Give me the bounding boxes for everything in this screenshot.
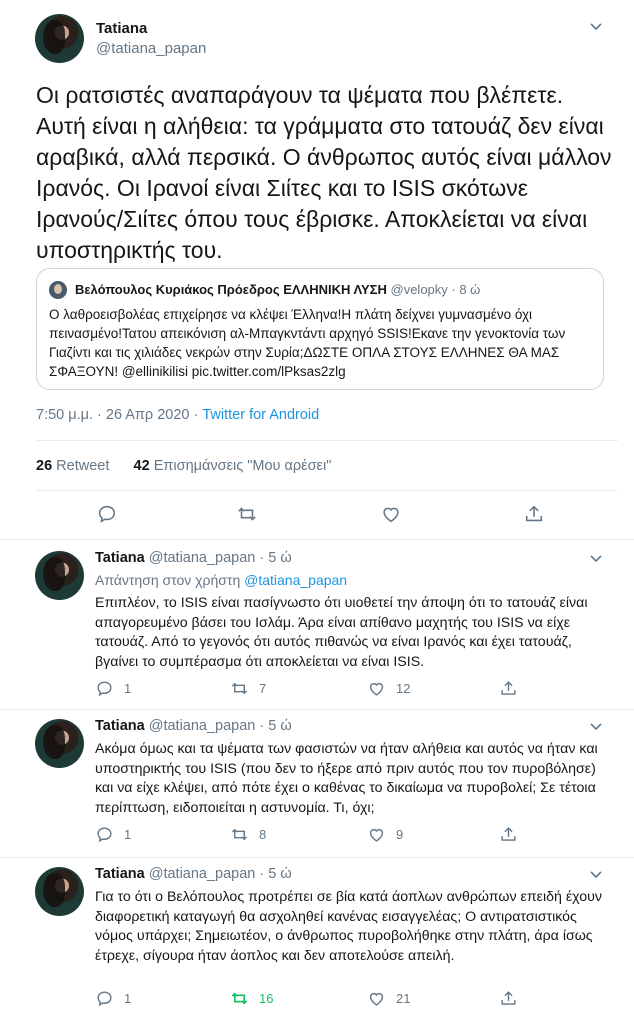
avatar[interactable] — [35, 551, 84, 600]
chevron-down-icon[interactable] — [588, 718, 604, 734]
retweet-label: Retweet — [56, 458, 110, 474]
reply-count: 1 — [124, 991, 132, 1006]
reply-icon — [97, 991, 112, 1007]
retweet-count: 26 — [36, 458, 53, 474]
share-button[interactable] — [523, 503, 545, 525]
time[interactable]: 7:50 μ.μ. · 26 Απρ 2020 — [36, 407, 189, 423]
handle[interactable]: @tatiana_papan — [96, 40, 206, 57]
quoted-text: Ο λαθροεισβολέας επιχείρησε να κλέψει Έλ… — [49, 307, 566, 379]
reply-tweet[interactable]: Tatiana @tatiana_papan · 5 ώ Απάντηση στ… — [0, 542, 634, 710]
retweet-icon — [238, 507, 256, 521]
dot: · — [189, 407, 203, 423]
like-icon — [369, 992, 384, 1006]
retweet-button[interactable]: 7 — [230, 679, 266, 698]
share-icon — [501, 681, 516, 695]
display-name[interactable]: Tatiana — [95, 718, 145, 734]
main-tweet: Tatiana @tatiana_papan Οι ρατσιστές αναπ… — [0, 0, 634, 540]
display-name[interactable]: Tatiana — [96, 20, 147, 37]
reply-icon — [97, 827, 112, 843]
tweet-timestamp: 7:50 μ.μ. · 26 Απρ 2020 · Twitter for An… — [36, 407, 319, 423]
quoted-meta: @velopky · 8 ώ — [390, 282, 481, 297]
like-icon — [369, 828, 384, 842]
like-button[interactable]: 12 — [367, 679, 410, 698]
like-count: 21 — [396, 991, 411, 1006]
reply-button[interactable]: 1 — [95, 679, 131, 698]
like-icon — [369, 682, 384, 696]
quoted-tweet[interactable]: Βελόπουλος Κυριάκος Πρόεδρος ΕΛΛΗΝΙΚΗ ΛΥ… — [36, 268, 604, 390]
reply-text: Ακόμα όμως και τα ψέματα των φασιστών να… — [95, 741, 598, 816]
retweet-button[interactable] — [236, 503, 258, 525]
replying-to: Απάντηση στον χρήστη @tatiana_papan — [95, 572, 347, 588]
like-button[interactable]: 9 — [367, 825, 403, 844]
tweet-stats: 26 Retweet 42 Επισημάνσεις "Μου αρέσει" — [36, 458, 331, 474]
tweet-actions — [36, 503, 618, 527]
reply-button[interactable]: 1 — [95, 825, 131, 844]
reply-meta[interactable]: @tatiana_papan · 5 ώ — [149, 866, 292, 882]
source-link[interactable]: Twitter for Android — [202, 407, 319, 423]
like-count: 12 — [396, 681, 411, 696]
quoted-header: Βελόπουλος Κυριάκος Πρόεδρος ΕΛΛΗΝΙΚΗ ΛΥ… — [75, 282, 480, 297]
share-button[interactable] — [499, 679, 518, 698]
avatar[interactable] — [35, 14, 84, 63]
like-count: 9 — [396, 827, 404, 842]
replying-to-label: Απάντηση στον χρήστη — [95, 572, 241, 588]
reply-meta[interactable]: @tatiana_papan · 5 ώ — [149, 718, 292, 734]
chevron-down-icon[interactable] — [588, 866, 604, 882]
reply-text: Επιπλέον, το ISIS είναι πασίγνωστο ότι υ… — [95, 595, 588, 670]
share-button[interactable] — [499, 825, 518, 844]
tweet-text: Οι ρατσιστές αναπαράγουν τα ψέματα που β… — [36, 82, 612, 263]
share-button[interactable] — [499, 989, 518, 1008]
like-button[interactable] — [380, 503, 402, 525]
reply-header: Tatiana @tatiana_papan · 5 ώ — [95, 866, 292, 882]
reply-actions: 1 16 21 — [95, 989, 525, 1009]
retweet-count: 16 — [259, 991, 274, 1006]
avatar[interactable] — [35, 867, 84, 916]
replying-to-handle[interactable]: @tatiana_papan — [244, 572, 347, 588]
reply-icon — [98, 505, 116, 523]
reply-count: 1 — [124, 827, 132, 842]
reply-header: Tatiana @tatiana_papan · 5 ώ — [95, 718, 292, 734]
share-icon — [525, 505, 543, 522]
reply-header: Tatiana @tatiana_papan · 5 ώ — [95, 550, 292, 566]
retweet-stat[interactable]: 26 Retweet — [36, 458, 109, 474]
retweet-button[interactable]: 8 — [230, 825, 266, 844]
reply-icon — [97, 681, 112, 697]
chevron-down-icon[interactable] — [588, 18, 604, 34]
reply-actions: 1 7 12 — [95, 679, 525, 699]
retweet-icon — [231, 828, 248, 841]
divider — [36, 490, 618, 491]
share-icon — [501, 827, 516, 841]
divider — [36, 440, 618, 441]
reply-button[interactable] — [96, 503, 118, 525]
reply-count: 1 — [124, 681, 132, 696]
retweet-icon — [231, 682, 248, 695]
retweet-count: 7 — [259, 681, 267, 696]
reply-text: Για το ότι ο Βελόπουλος προτρέπει σε βία… — [95, 889, 602, 964]
like-button[interactable]: 21 — [367, 989, 410, 1008]
like-label: Επισημάνσεις "Μου αρέσει" — [153, 458, 332, 474]
retweet-button[interactable]: 16 — [230, 989, 273, 1008]
chevron-down-icon[interactable] — [588, 550, 604, 566]
display-name[interactable]: Tatiana — [95, 550, 145, 566]
reply-meta[interactable]: @tatiana_papan · 5 ώ — [149, 550, 292, 566]
quoted-avatar — [49, 281, 67, 299]
share-icon — [501, 991, 516, 1005]
reply-tweet[interactable]: Tatiana @tatiana_papan · 5 ώ Ακόμα όμως … — [0, 710, 634, 858]
reply-tweet[interactable]: Tatiana @tatiana_papan · 5 ώ Για το ότι … — [0, 858, 634, 1029]
quoted-name: Βελόπουλος Κυριάκος Πρόεδρος ΕΛΛΗΝΙΚΗ ΛΥ… — [75, 282, 387, 297]
display-name[interactable]: Tatiana — [95, 866, 145, 882]
retweet-count: 8 — [259, 827, 267, 842]
like-stat[interactable]: 42 Επισημάνσεις "Μου αρέσει" — [134, 458, 332, 474]
reply-actions: 1 8 9 — [95, 825, 525, 845]
like-count: 42 — [133, 458, 150, 474]
reply-button[interactable]: 1 — [95, 989, 131, 1008]
avatar[interactable] — [35, 719, 84, 768]
like-icon — [383, 507, 399, 523]
retweet-icon — [231, 992, 248, 1005]
